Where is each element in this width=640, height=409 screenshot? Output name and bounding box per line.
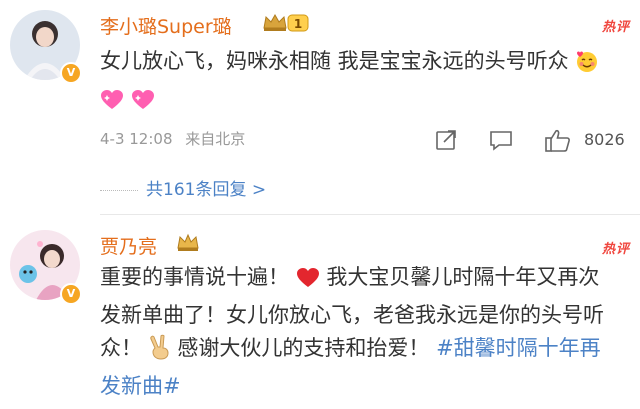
comment-icon[interactable] — [488, 128, 514, 156]
comment-text: 重要的事情说十遍！ 我大宝贝馨儿时隔十年又再次发新单曲了！女儿你放心飞，老爸我永… — [100, 261, 620, 403]
comment-card: V 贾乃亮 热评 重要的事情说十遍！ 我大宝贝馨儿时隔十年又再次发新单曲了！女儿… — [0, 218, 640, 409]
hot-comment-badge: 热评 — [601, 242, 630, 257]
hot-comment-badge: 热评 — [601, 20, 630, 35]
divider-line — [100, 189, 138, 191]
replies-label: 共161条回复 > — [146, 180, 267, 200]
crown-level: 1 — [294, 17, 302, 31]
verified-badge-icon: V — [60, 62, 82, 84]
verified-badge-icon: V — [60, 283, 82, 305]
timestamp: 4-3 12:08 — [100, 130, 173, 148]
comment-actions: 8026 — [430, 124, 630, 158]
comment-text-part: 感谢大伙儿的支持和抬爱！ — [177, 336, 430, 360]
member-crown-badge: 1 — [262, 12, 312, 38]
post-source: 来自北京 — [185, 130, 246, 148]
member-crown-icon — [177, 233, 199, 257]
username[interactable]: 贾乃亮 — [100, 232, 157, 259]
red-heart-emoji — [296, 266, 320, 299]
smiling-face-with-hearts-emoji — [575, 49, 599, 83]
comment-card: V 李小璐Super璐 1 热评 女儿放心飞，妈咪永相随 我是宝宝永远的头号听众… — [0, 0, 640, 212]
like-count: 8026 — [584, 130, 625, 149]
comment-divider — [100, 214, 640, 215]
view-replies-link[interactable]: 共161条回复 > — [100, 175, 266, 200]
share-icon[interactable] — [434, 128, 458, 156]
comment-meta: 4-3 12:08 来自北京 — [100, 128, 253, 149]
username[interactable]: 李小璐Super璐 — [100, 12, 232, 39]
comment-text: 女儿放心飞，妈咪永相随 我是宝宝永远的头号听众 — [100, 45, 620, 121]
sparkling-heart-emoji — [131, 88, 155, 121]
sparkling-heart-emoji — [100, 88, 124, 121]
like-icon[interactable] — [544, 128, 572, 158]
comment-text-part: 重要的事情说十遍！ — [100, 265, 289, 289]
comment-text-body: 女儿放心飞，妈咪永相随 我是宝宝永远的头号听众 — [100, 49, 569, 73]
victory-hand-emoji — [149, 334, 171, 370]
